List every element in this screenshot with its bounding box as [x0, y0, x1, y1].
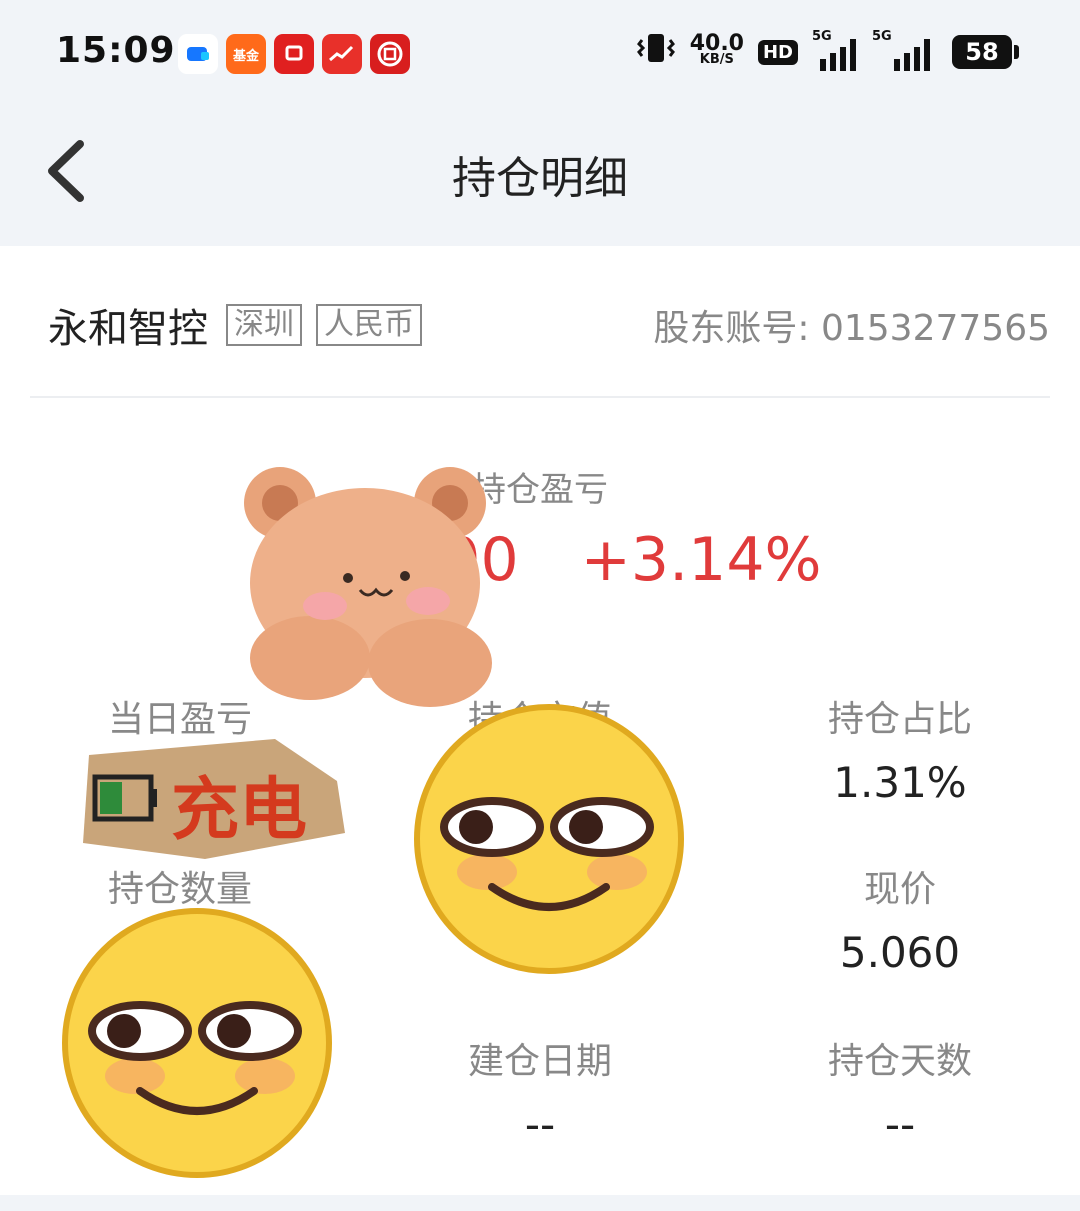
- hold-days-label: 持仓天数: [827, 1041, 972, 1082]
- top-area: 15:09 基金 40.0 KB/S HD 5G 5G 58 持仓明细: [0, 0, 1080, 246]
- open-date-value: --: [524, 1100, 556, 1149]
- signal-2-tag: 5G: [872, 29, 892, 44]
- stock-app-icon: [322, 34, 362, 74]
- position-ratio-label: 持仓占比: [827, 699, 972, 740]
- market-tag: 深圳: [226, 304, 302, 346]
- position-pl-values: +154.00 +3.14%: [0, 525, 1080, 595]
- net-speed-unit: KB/S: [699, 52, 734, 67]
- hold-days-value: --: [884, 1100, 916, 1149]
- battery-icon: 58: [952, 35, 1019, 69]
- status-time: 15:09: [56, 30, 176, 71]
- position-ratio-value: 1.31%: [833, 758, 967, 807]
- fund-app-label: 基金: [232, 48, 259, 64]
- currency-tag: 人民币: [316, 304, 422, 346]
- notification-icons: 基金: [178, 34, 410, 74]
- app-icon-blue: [178, 34, 218, 74]
- teddy-bear-sticker: [244, 467, 492, 707]
- account-info: 股东账号: 0153277565: [653, 299, 1050, 351]
- position-pl-percent: +3.14%: [580, 525, 822, 595]
- bottom-strip: [0, 1195, 1080, 1211]
- signal-icon-2: 5G: [872, 29, 938, 71]
- status-right: 40.0 KB/S HD 5G 5G 58: [636, 29, 1019, 74]
- open-date-label: 建仓日期: [467, 1041, 612, 1082]
- smirk-face-sticker-2: [62, 908, 332, 1178]
- charge-text: 充电: [171, 772, 307, 848]
- account-number: 0153277565: [820, 308, 1050, 349]
- open-date-cell: 建仓日期 --: [360, 1032, 720, 1149]
- account-label: 股东账号:: [653, 308, 810, 349]
- position-ratio-cell: 持仓占比 1.31%: [720, 690, 1080, 807]
- page-title: 持仓明细: [452, 153, 628, 204]
- securities-app-icon: [274, 34, 314, 74]
- hd-icon: HD: [757, 39, 798, 65]
- divider: [30, 396, 1050, 398]
- stock-name: 永和智控: [48, 306, 208, 352]
- signal-1-tag: 5G: [812, 29, 832, 44]
- position-pl-label: 持仓盈亏: [472, 470, 608, 510]
- net-speed-value: 40.0: [689, 31, 744, 56]
- charging-sticker: 充电: [83, 739, 345, 859]
- price-label: 现价: [863, 869, 936, 910]
- smirk-face-sticker: [414, 704, 684, 974]
- vibrate-icon: [636, 30, 676, 74]
- quantity-label: 持仓数量: [107, 869, 252, 910]
- signal-icon: 5G: [812, 29, 858, 71]
- price-cell: 现价 5.060: [720, 860, 1080, 977]
- stock-info-row: 永和智控 深圳 人民币 股东账号: 0153277565: [48, 290, 1050, 360]
- fund-app-icon: 基金: [226, 34, 266, 74]
- net-speed: 40.0 KB/S: [689, 31, 744, 68]
- hold-days-cell: 持仓天数 --: [720, 1032, 1080, 1149]
- price-value: 5.060: [839, 928, 961, 977]
- bank-app-icon: [370, 34, 410, 74]
